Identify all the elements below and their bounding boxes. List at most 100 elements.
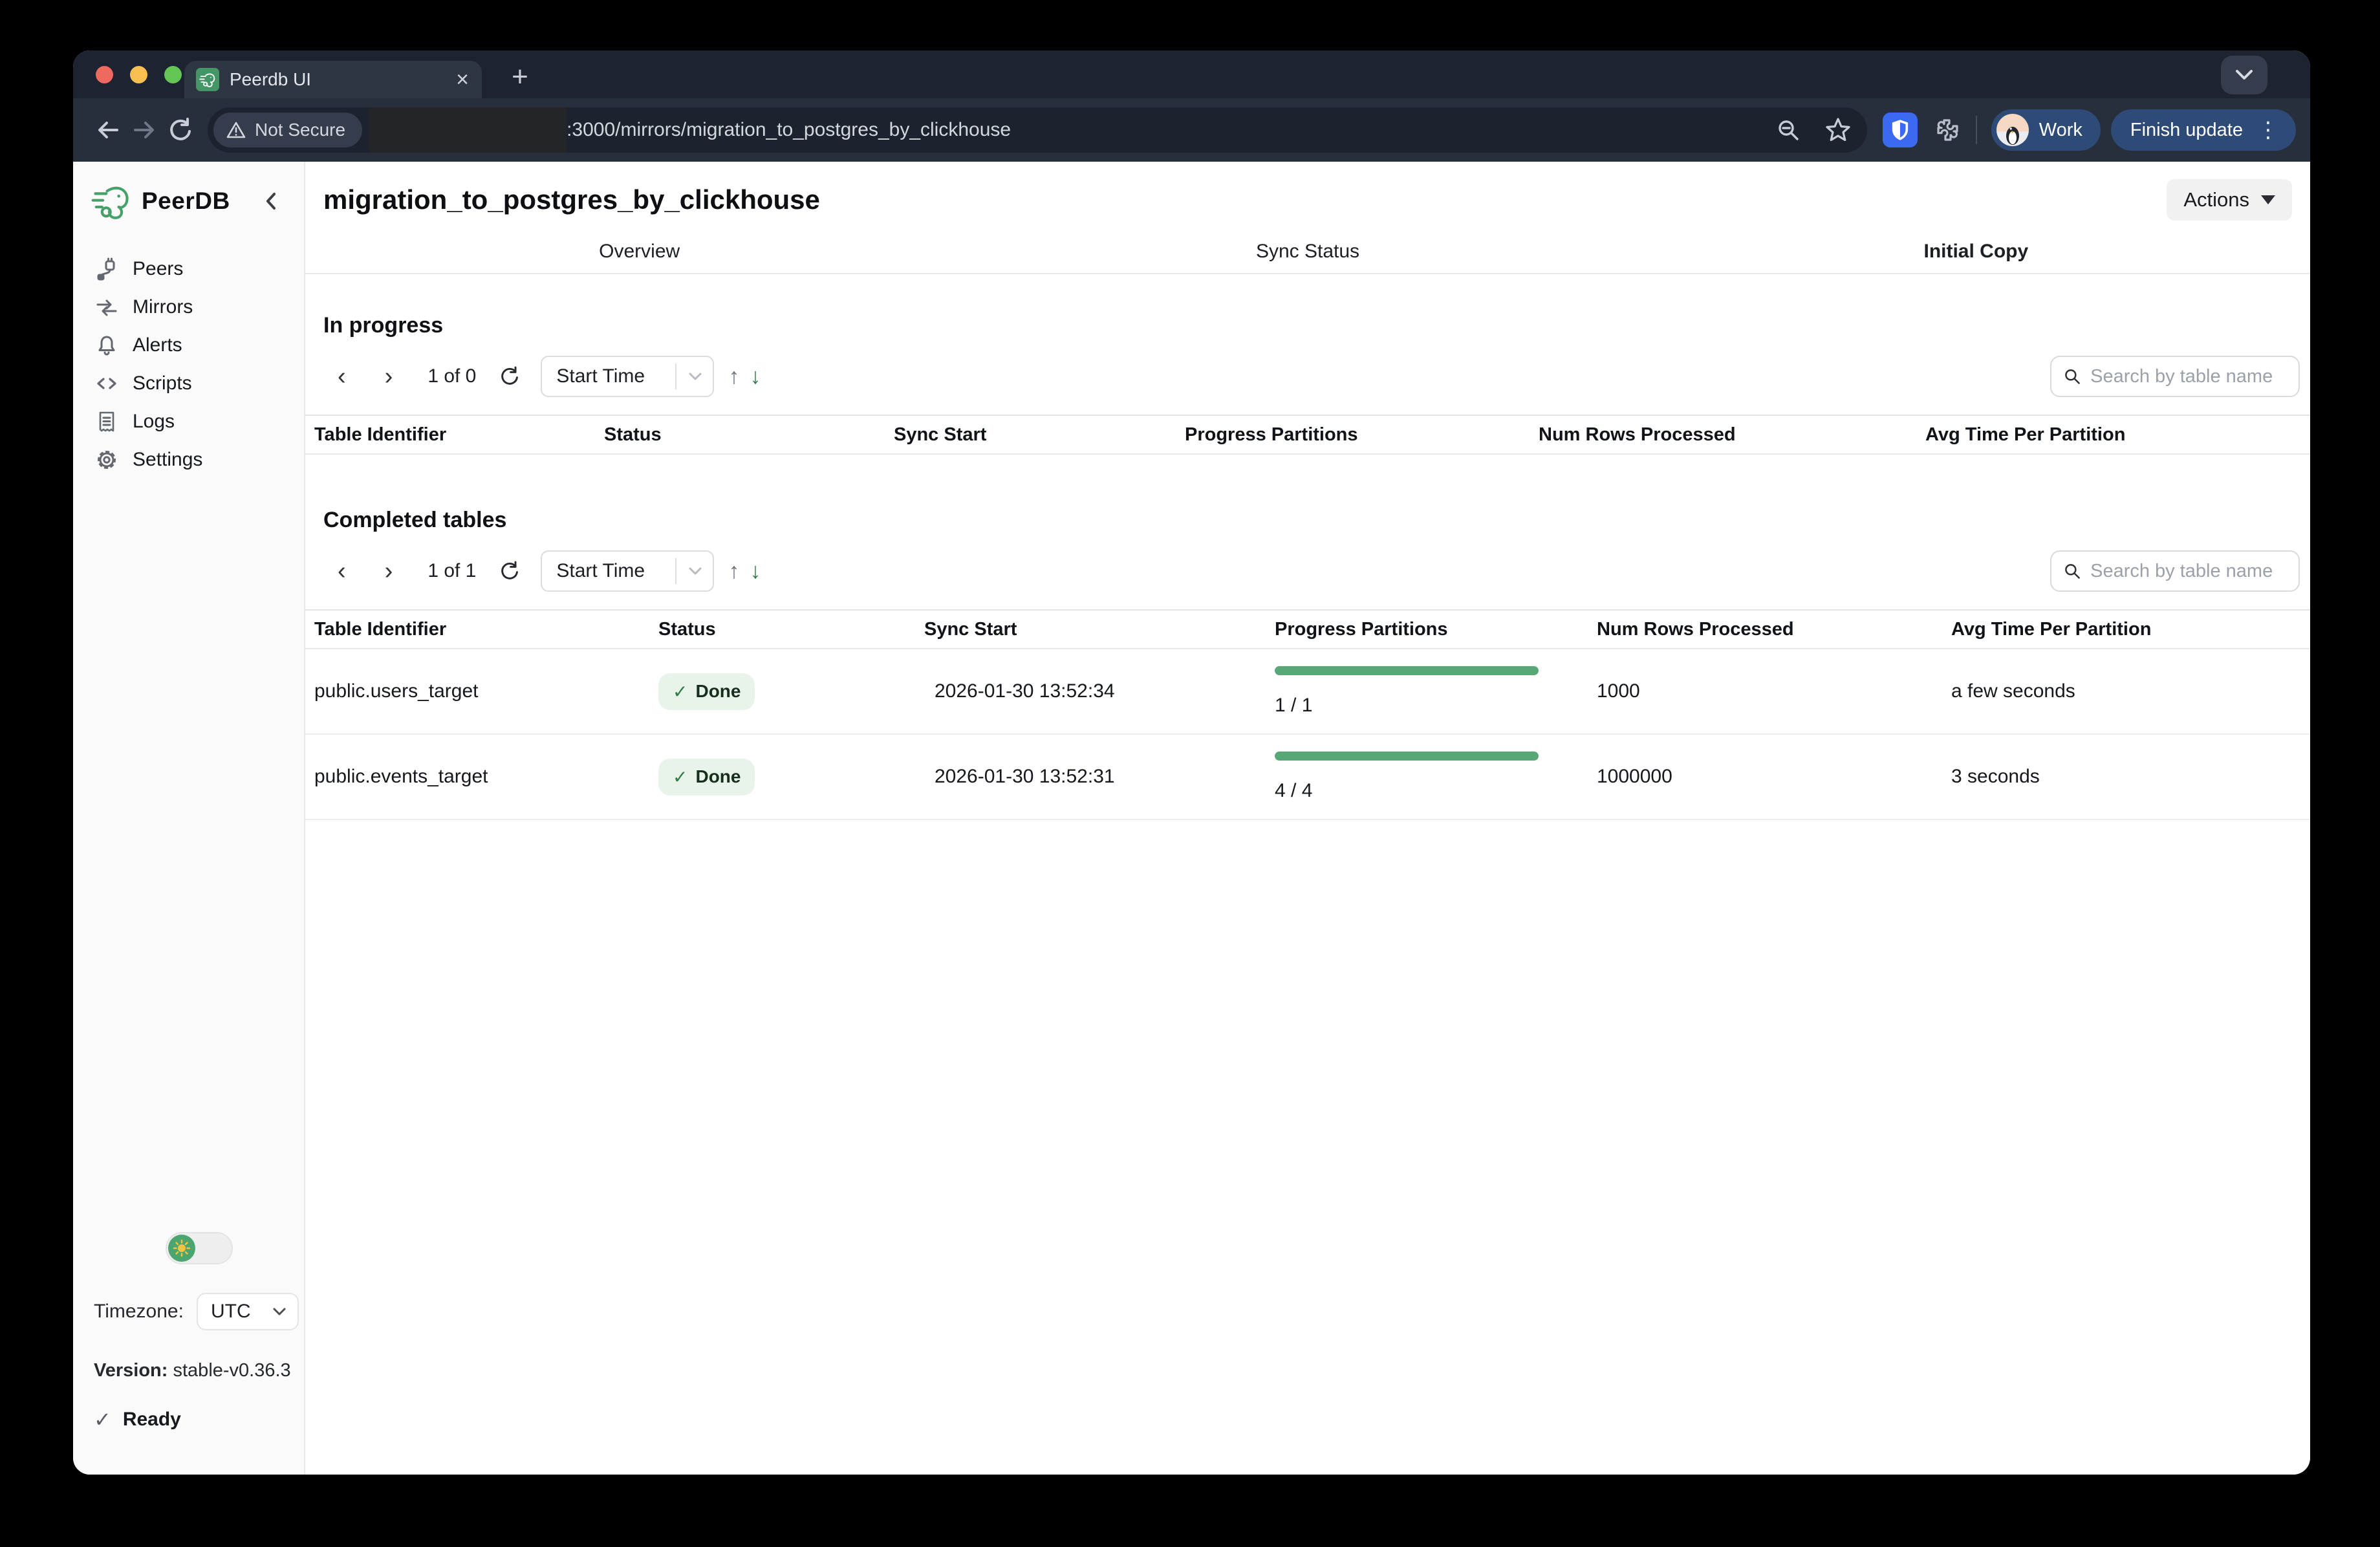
check-icon: ✓ [94, 1407, 111, 1432]
url-text: :3000/mirrors/migration_to_postgres_by_c… [567, 119, 1762, 141]
finish-update-button[interactable]: Finish update ⋮ [2111, 109, 2296, 151]
chevron-down-icon [2233, 68, 2255, 82]
num-rows-cell: 1000000 [1597, 766, 1951, 788]
search-input[interactable] [2090, 366, 2287, 387]
main-content: migration_to_postgres_by_clickhouse Acti… [305, 162, 2310, 1475]
mirror-tabbar: Overview Sync Status Initial Copy [305, 230, 2310, 274]
pagination-count: 1 of 1 [427, 560, 476, 582]
reload-button[interactable] [162, 112, 199, 148]
progress-bar [1275, 752, 1539, 761]
back-button[interactable] [90, 112, 126, 148]
theme-toggle-knob [168, 1235, 195, 1262]
in-progress-search[interactable] [2050, 356, 2300, 397]
profile-avatar [1996, 114, 2029, 146]
sidebar-item-scripts[interactable]: Scripts [73, 364, 304, 402]
chevron-down-icon [687, 371, 704, 382]
sidebar-item-mirrors[interactable]: Mirrors [73, 288, 304, 326]
status-label: Ready [123, 1409, 181, 1431]
tab-sync-status[interactable]: Sync Status [973, 241, 1641, 263]
progress-label: 4 / 4 [1275, 780, 1539, 802]
peerdb-favicon [196, 68, 219, 91]
window-controls [96, 50, 182, 98]
log-file-icon [95, 410, 118, 433]
sync-start-cell: 2026-01-30 13:52:34 [924, 680, 1275, 702]
bookmark-star-icon[interactable] [1824, 116, 1852, 144]
chevron-down-icon [687, 565, 704, 577]
check-icon: ✓ [673, 766, 687, 788]
completed-search[interactable] [2050, 550, 2300, 592]
search-icon [2063, 561, 2081, 581]
sort-descending-button[interactable]: ↓ [750, 559, 761, 584]
section-heading-completed: Completed tables [305, 508, 2310, 533]
peerdb-logo [90, 181, 133, 221]
table-identifier-cell: public.users_target [314, 680, 658, 702]
sidebar-item-label: Peers [133, 258, 183, 280]
browser-tab-strip: Peerdb UI × + [73, 50, 2310, 98]
sidebar-collapse-icon[interactable] [264, 190, 278, 212]
sidebar: PeerDB Peers Mirrors [73, 162, 305, 1475]
actions-button[interactable]: Actions [2167, 179, 2292, 221]
tab-close-icon[interactable]: × [456, 69, 469, 91]
sidebar-item-logs[interactable]: Logs [73, 402, 304, 440]
version-info: Version: stable-v0.36.3 [94, 1360, 304, 1381]
completed-controls: ‹ › 1 of 1 Start Time ↑ ↓ [305, 550, 2310, 592]
status-indicator: ✓ Ready [94, 1407, 304, 1432]
url-bar[interactable]: Not Secure :3000/mirrors/migration_to_po… [208, 107, 1867, 153]
theme-toggle[interactable] [166, 1232, 233, 1264]
sidebar-item-settings[interactable]: Settings [73, 440, 304, 479]
forward-button[interactable] [126, 112, 162, 148]
gear-icon [95, 448, 118, 471]
next-page-button[interactable]: › [378, 559, 400, 583]
close-window-button[interactable] [96, 66, 113, 83]
not-secure-label: Not Secure [255, 120, 345, 140]
zoom-out-icon[interactable] [1775, 117, 1801, 143]
sort-ascending-button[interactable]: ↑ [728, 364, 739, 389]
forward-arrow-icon [130, 116, 158, 144]
pagination-count: 1 of 0 [427, 365, 476, 387]
fullscreen-window-button[interactable] [164, 66, 182, 83]
next-page-button[interactable]: › [378, 364, 400, 389]
extensions-puzzle-icon[interactable] [1933, 116, 1962, 144]
tab-overview[interactable]: Overview [305, 241, 973, 263]
sort-descending-button[interactable]: ↓ [750, 364, 761, 389]
prev-page-button[interactable]: ‹ [331, 364, 352, 389]
redacted-host [369, 107, 567, 153]
tab-initial-copy[interactable]: Initial Copy [1642, 241, 2310, 263]
refresh-button[interactable] [498, 559, 521, 583]
search-input[interactable] [2090, 561, 2287, 582]
sidebar-item-label: Logs [133, 411, 175, 433]
caret-down-icon [2261, 195, 2275, 204]
sidebar-item-peers[interactable]: Peers [73, 250, 304, 288]
tab-search-button[interactable] [2221, 56, 2267, 94]
timezone-select[interactable]: UTC [197, 1293, 299, 1330]
check-icon: ✓ [673, 681, 687, 702]
status-badge: ✓ Done [658, 673, 755, 710]
warning-icon [226, 121, 246, 139]
profile-chip[interactable]: Work [1991, 109, 2101, 151]
sort-field-select[interactable]: Start Time [541, 356, 714, 397]
version-label: Version: [94, 1360, 168, 1381]
plug-icon [95, 257, 118, 281]
completed-table-header: Table Identifier Status Sync Start Progr… [305, 609, 2310, 649]
bell-icon [95, 334, 118, 357]
new-tab-button[interactable]: + [503, 60, 537, 94]
status-badge: ✓ Done [658, 759, 755, 795]
refresh-button[interactable] [498, 365, 521, 388]
timezone-value: UTC [211, 1301, 251, 1323]
prev-page-button[interactable]: ‹ [331, 559, 352, 583]
sidebar-item-alerts[interactable]: Alerts [73, 326, 304, 364]
minimize-window-button[interactable] [130, 66, 147, 83]
page-title: migration_to_postgres_by_clickhouse [323, 184, 820, 215]
sort-ascending-button[interactable]: ↑ [728, 559, 739, 584]
browser-menu-icon[interactable]: ⋮ [2243, 117, 2286, 143]
brand-name: PeerDB [142, 188, 230, 215]
back-arrow-icon [94, 116, 122, 144]
sidebar-item-label: Mirrors [133, 296, 193, 318]
sort-field-select[interactable]: Start Time [541, 550, 714, 592]
browser-tab-peerdb[interactable]: Peerdb UI × [184, 61, 482, 98]
not-secure-chip[interactable]: Not Secure [213, 113, 362, 147]
bitwarden-extension-icon[interactable] [1883, 113, 1918, 147]
actions-label: Actions [2183, 188, 2249, 211]
table-row: public.events_target ✓ Done 2026-01-30 1… [305, 735, 2310, 820]
refresh-icon [498, 559, 521, 583]
